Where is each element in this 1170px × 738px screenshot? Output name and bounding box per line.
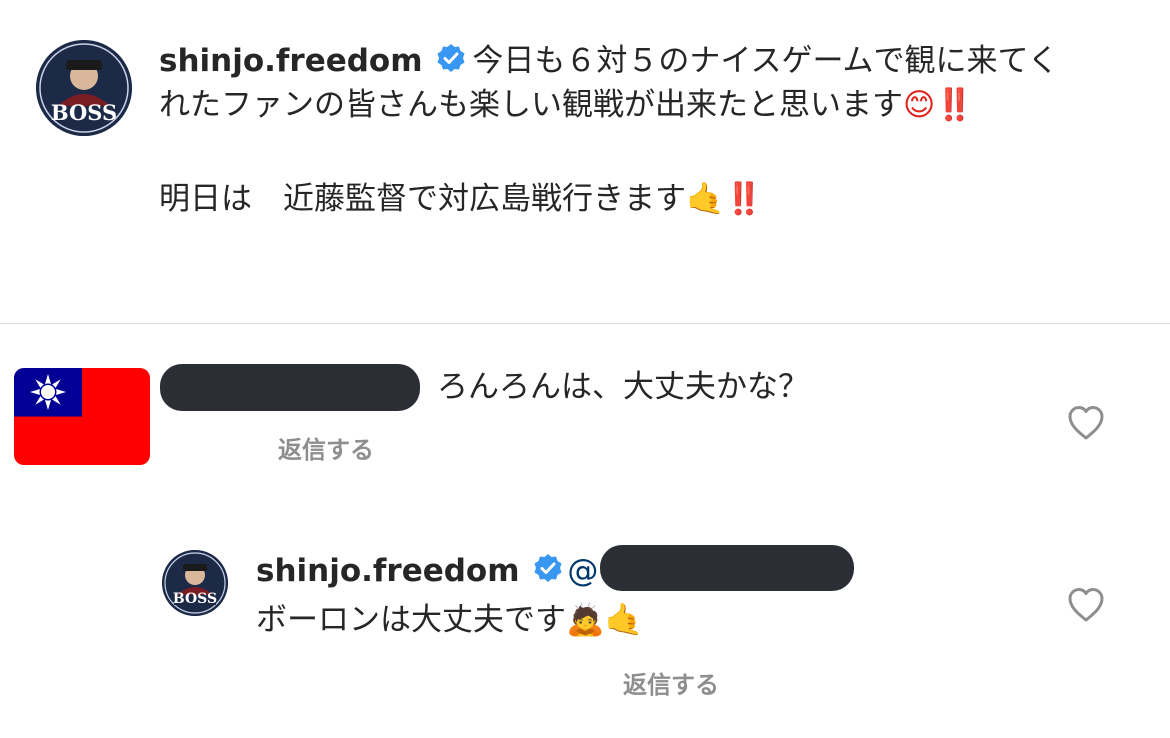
reply-header-line: shinjo.freedom @ [256, 549, 598, 595]
reply-button[interactable]: 返信する [623, 665, 719, 700]
mention-prefix[interactable]: @ [567, 553, 598, 589]
reply-avatar[interactable]: BOSS [162, 550, 228, 616]
avatar-logo-text: BOSS [50, 100, 118, 125]
post-avatar[interactable]: BOSS [36, 40, 132, 136]
verified-badge-icon [436, 41, 466, 85]
reply-text-line: ボーロンは大丈夫です🙇🤙 [256, 598, 643, 642]
post-caption-line-3: 明日は 近藤監督で対広島戦行きます🤙‼️ [159, 177, 763, 221]
post-caption-text-3: 明日は 近藤監督で対広島戦行きます [159, 181, 686, 217]
reply-username[interactable]: shinjo.freedom [256, 553, 520, 589]
mention-redacted[interactable] [600, 545, 854, 591]
reply-button[interactable]: 返信する [278, 430, 374, 465]
taiwan-flag-icon [14, 368, 150, 465]
like-heart-icon[interactable] [1067, 405, 1105, 441]
comment-avatar-taiwan-flag[interactable] [14, 368, 150, 465]
post-caption-text-1: 今日も６対５のナイスゲームで観に来てく [472, 43, 1059, 79]
smile-emoji: 😊‼️ [903, 87, 974, 123]
comment-username-redacted[interactable] [160, 364, 420, 411]
comment-text: ろんろんは、大丈夫かな？ [437, 369, 809, 405]
call-me-hand-emoji: 🤙‼️ [686, 181, 764, 217]
post-username[interactable]: shinjo.freedom [159, 43, 423, 79]
avatar-logo-text: BOSS [172, 591, 218, 607]
like-heart-icon[interactable] [1067, 587, 1105, 623]
post-caption-line-2: れたファンの皆さんも楽しい観戦が出来たと思います😊‼️ [159, 83, 974, 127]
post-divider [0, 323, 1170, 324]
post-caption-text-2: れたファンの皆さんも楽しい観戦が出来たと思います [159, 87, 903, 123]
post-caption-line-1: shinjo.freedom 今日も６対５のナイスゲームで観に来てく [159, 39, 1059, 85]
bowing-and-call-me-emoji: 🙇🤙 [566, 602, 644, 638]
verified-badge-icon [533, 551, 563, 595]
reply-text: ボーロンは大丈夫です [256, 602, 566, 638]
